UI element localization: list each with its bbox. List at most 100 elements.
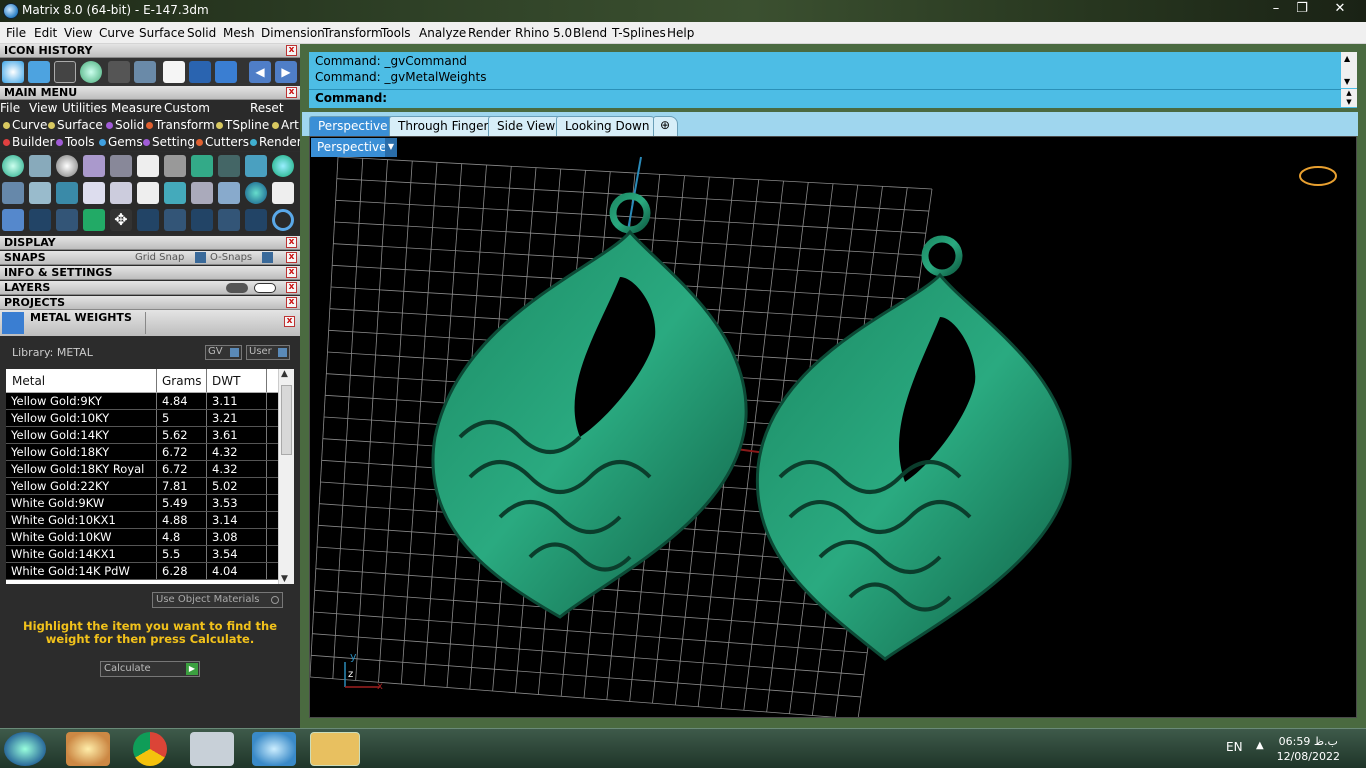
- cat-render[interactable]: Render: [250, 135, 302, 149]
- table-row[interactable]: Yellow Gold:18KY Royal 6.72 4.32: [6, 461, 278, 478]
- menu-help[interactable]: Help: [667, 26, 694, 40]
- mm-reset[interactable]: Reset: [250, 101, 284, 115]
- menu-transform[interactable]: Transform: [323, 26, 383, 40]
- boolean-icon[interactable]: [218, 209, 240, 231]
- menu-tsplines[interactable]: T-Splines: [612, 26, 666, 40]
- snaps-header[interactable]: SNAPS Grid Snap O-Snaps x: [0, 251, 300, 265]
- bracelet-icon[interactable]: [218, 155, 240, 177]
- stripes-icon[interactable]: [164, 155, 186, 177]
- mm-custom[interactable]: Custom: [164, 101, 210, 115]
- close-icon[interactable]: x: [284, 316, 295, 327]
- gv-button[interactable]: GV: [205, 345, 242, 360]
- osnaps-toggle[interactable]: [262, 252, 273, 263]
- chevron-down-icon[interactable]: ▼: [385, 138, 397, 157]
- scroll-thumb[interactable]: [281, 385, 292, 455]
- cat-tspline[interactable]: TSpline: [216, 118, 269, 132]
- plus-icon[interactable]: ⊕: [653, 116, 678, 136]
- menu-rhino[interactable]: Rhino 5.0: [515, 26, 572, 40]
- logo-icon[interactable]: [137, 182, 159, 204]
- clock[interactable]: 06:59 ب.ظ 12/08/2022: [1277, 734, 1340, 764]
- scroll-down-icon[interactable]: ▼: [1344, 77, 1350, 86]
- close-icon[interactable]: x: [286, 282, 297, 293]
- arc-icon[interactable]: [29, 209, 51, 231]
- col-dwt[interactable]: DWT: [212, 374, 240, 388]
- cat-solid[interactable]: Solid: [106, 118, 144, 132]
- bezel-icon[interactable]: [83, 182, 105, 204]
- image-icon[interactable]: [245, 155, 267, 177]
- pendant-icon[interactable]: [218, 182, 240, 204]
- minimize-icon[interactable]: –: [1262, 0, 1290, 20]
- user-button[interactable]: User: [246, 345, 290, 360]
- file-explorer-icon[interactable]: [310, 732, 360, 766]
- close-icon[interactable]: x: [286, 267, 297, 278]
- cat-gems[interactable]: Gems: [99, 135, 143, 149]
- layers-header[interactable]: LAYERS x: [0, 281, 300, 295]
- table-row[interactable]: Yellow Gold:18KY 6.72 4.32: [6, 444, 278, 461]
- language-indicator[interactable]: EN: [1226, 740, 1243, 754]
- menu-view[interactable]: View: [64, 26, 92, 40]
- cat-cutters[interactable]: Cutters: [196, 135, 249, 149]
- main-menu-header[interactable]: MAIN MENU x: [0, 86, 300, 100]
- calculate-button[interactable]: Calculate ▶: [100, 661, 200, 677]
- toggle-icon[interactable]: [226, 283, 248, 293]
- restore-icon[interactable]: ❐: [1288, 0, 1316, 20]
- menu-analyze[interactable]: Analyze: [419, 26, 466, 40]
- menu-blend[interactable]: Blend: [573, 26, 607, 40]
- cat-art[interactable]: Art: [272, 118, 299, 132]
- table-row[interactable]: Yellow Gold:14KY 5.62 3.61: [6, 427, 278, 444]
- table-row[interactable]: White Gold:9KW 5.49 3.53: [6, 495, 278, 512]
- table-row[interactable]: White Gold:14KX1 5.5 3.54: [6, 546, 278, 563]
- projects-header[interactable]: PROJECTS x: [0, 296, 300, 310]
- sphere-icon[interactable]: [272, 155, 294, 177]
- grid-layout-icon[interactable]: [164, 182, 186, 204]
- menu-edit[interactable]: Edit: [34, 26, 57, 40]
- earring-right[interactable]: [755, 235, 1072, 661]
- calculator-icon[interactable]: [190, 732, 234, 766]
- menu-render[interactable]: Render: [468, 26, 511, 40]
- matrix-app-icon[interactable]: [252, 732, 296, 766]
- cat-transform[interactable]: Transform: [146, 118, 215, 132]
- grid-snap-label[interactable]: Grid Snap: [135, 251, 184, 265]
- menu-mesh[interactable]: Mesh: [223, 26, 255, 40]
- col-grams[interactable]: Grams: [162, 374, 202, 388]
- prong-icon[interactable]: [29, 155, 51, 177]
- arrows-icon[interactable]: [108, 61, 130, 83]
- gem-icon[interactable]: [2, 155, 24, 177]
- chrome-icon[interactable]: [133, 732, 167, 766]
- close-icon[interactable]: x: [286, 237, 297, 248]
- scroll-down-icon[interactable]: ▼: [281, 574, 288, 584]
- mm-utilities[interactable]: Utilities: [62, 101, 107, 115]
- cat-builder[interactable]: Builder: [3, 135, 54, 149]
- circle-icon[interactable]: [272, 209, 294, 231]
- paint-icon[interactable]: [66, 732, 110, 766]
- table-row[interactable]: Yellow Gold:10KY 5 3.21: [6, 410, 278, 427]
- close-icon[interactable]: x: [286, 297, 297, 308]
- table-row[interactable]: Yellow Gold:9KY 4.84 3.11: [6, 393, 278, 410]
- menu-tools[interactable]: Tools: [381, 26, 411, 40]
- close-icon[interactable]: x: [286, 87, 297, 98]
- table-row[interactable]: Yellow Gold:22KY 7.81 5.02: [6, 478, 278, 495]
- table-row[interactable]: White Gold:14K PdW 6.28 4.04: [6, 563, 278, 580]
- chip-icon[interactable]: [137, 155, 159, 177]
- scale-icon[interactable]: [137, 209, 159, 231]
- table-row[interactable]: White Gold:10KW 4.8 3.08: [6, 529, 278, 546]
- close-icon[interactable]: x: [286, 45, 297, 56]
- cat-setting[interactable]: Setting: [143, 135, 195, 149]
- tab-side-view[interactable]: Side View: [488, 116, 565, 136]
- forward-arrow-icon[interactable]: ▶: [275, 61, 297, 83]
- mm-file[interactable]: File: [0, 101, 20, 115]
- tab-perspective[interactable]: Perspective: [309, 116, 397, 136]
- scroll-up-icon[interactable]: ▲: [281, 369, 288, 379]
- back-arrow-icon[interactable]: ◀: [249, 61, 271, 83]
- osnaps-label[interactable]: O-Snaps: [210, 251, 252, 265]
- grid-icon[interactable]: [28, 61, 50, 83]
- close-icon[interactable]: ✕: [1322, 0, 1358, 20]
- use-object-materials-checkbox[interactable]: Use Object Materials: [152, 592, 283, 608]
- blocks-icon[interactable]: [2, 209, 24, 231]
- document-icon[interactable]: [163, 61, 185, 83]
- grid-snap-toggle[interactable]: [195, 252, 206, 263]
- close-icon[interactable]: x: [286, 252, 297, 263]
- menu-file[interactable]: File: [6, 26, 26, 40]
- scroll-up-icon[interactable]: ▲: [1344, 54, 1350, 63]
- display-header[interactable]: DISPLAY x: [0, 236, 300, 250]
